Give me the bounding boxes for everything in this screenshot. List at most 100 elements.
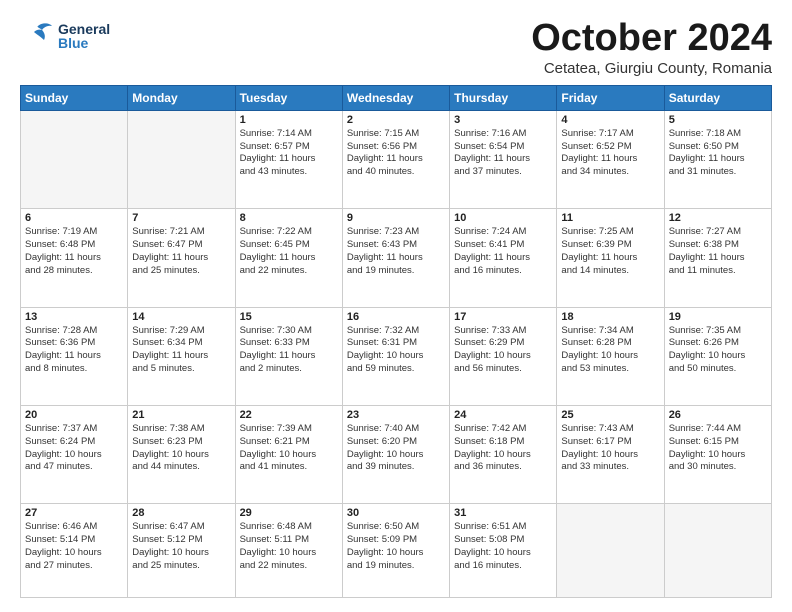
day-info: Sunrise: 7:28 AM Sunset: 6:36 PM Dayligh… <box>25 325 123 376</box>
day-info: Sunrise: 7:37 AM Sunset: 6:24 PM Dayligh… <box>25 423 123 474</box>
calendar-cell: 31 Sunrise: 6:51 AM Sunset: 5:08 PM Dayli… <box>450 504 557 598</box>
calendar-body: 1 Sunrise: 7:14 AM Sunset: 6:57 PM Daylig… <box>21 110 772 597</box>
day-info: Sunrise: 7:35 AM Sunset: 6:26 PM Dayligh… <box>669 325 767 376</box>
col-wednesday: Wednesday <box>342 85 449 110</box>
day-number: 3 <box>454 114 552 126</box>
calendar-cell: 3 Sunrise: 7:16 AM Sunset: 6:54 PM Daylig… <box>450 110 557 208</box>
day-info: Sunrise: 7:32 AM Sunset: 6:31 PM Dayligh… <box>347 325 445 376</box>
day-info: Sunrise: 7:22 AM Sunset: 6:45 PM Dayligh… <box>240 226 338 277</box>
day-number: 1 <box>240 114 338 126</box>
col-saturday: Saturday <box>664 85 771 110</box>
day-info: Sunrise: 7:29 AM Sunset: 6:34 PM Dayligh… <box>132 325 230 376</box>
calendar-week-4: 20 Sunrise: 7:37 AM Sunset: 6:24 PM Dayli… <box>21 405 772 503</box>
day-info: Sunrise: 6:47 AM Sunset: 5:12 PM Dayligh… <box>132 521 230 572</box>
day-info: Sunrise: 7:25 AM Sunset: 6:39 PM Dayligh… <box>561 226 659 277</box>
day-number: 27 <box>25 507 123 519</box>
calendar-cell: 28Sunrise: 6:47 AM Sunset: 5:12 PM Dayli… <box>128 504 235 598</box>
day-info: Sunrise: 7:17 AM Sunset: 6:52 PM Dayligh… <box>561 128 659 179</box>
day-number: 5 <box>669 114 767 126</box>
day-info: Sunrise: 6:48 AM Sunset: 5:11 PM Dayligh… <box>240 521 338 572</box>
day-info: Sunrise: 7:43 AM Sunset: 6:17 PM Dayligh… <box>561 423 659 474</box>
day-info: Sunrise: 7:30 AM Sunset: 6:33 PM Dayligh… <box>240 325 338 376</box>
logo-general-text: General <box>58 22 110 36</box>
calendar-cell: 13 Sunrise: 7:28 AM Sunset: 6:36 PM Dayli… <box>21 307 128 405</box>
day-number: 10 <box>454 212 552 224</box>
day-info: Sunrise: 7:44 AM Sunset: 6:15 PM Dayligh… <box>669 423 767 474</box>
day-info: Sunrise: 6:46 AM Sunset: 5:14 PM Dayligh… <box>25 521 123 572</box>
calendar-week-5: 27 Sunrise: 6:46 AM Sunset: 5:14 PM Dayli… <box>21 504 772 598</box>
day-number: 7 <box>132 212 230 224</box>
day-info: Sunrise: 7:14 AM Sunset: 6:57 PM Dayligh… <box>240 128 338 179</box>
day-number: 30 <box>347 507 445 519</box>
day-number: 11 <box>561 212 659 224</box>
logo-icon <box>20 18 56 54</box>
day-info: Sunrise: 7:19 AM Sunset: 6:48 PM Dayligh… <box>25 226 123 277</box>
day-number: 16 <box>347 311 445 323</box>
subtitle: Cetatea, Giurgiu County, Romania <box>531 60 772 77</box>
day-number: 24 <box>454 409 552 421</box>
col-sunday: Sunday <box>21 85 128 110</box>
calendar-cell: 26 Sunrise: 7:44 AM Sunset: 6:15 PM Dayli… <box>664 405 771 503</box>
day-number: 2 <box>347 114 445 126</box>
calendar-cell <box>664 504 771 598</box>
day-info: Sunrise: 7:27 AM Sunset: 6:38 PM Dayligh… <box>669 226 767 277</box>
calendar-cell: 6 Sunrise: 7:19 AM Sunset: 6:48 PM Daylig… <box>21 209 128 307</box>
day-info: Sunrise: 7:33 AM Sunset: 6:29 PM Dayligh… <box>454 325 552 376</box>
day-number: 15 <box>240 311 338 323</box>
col-friday: Friday <box>557 85 664 110</box>
day-info: Sunrise: 6:51 AM Sunset: 5:08 PM Dayligh… <box>454 521 552 572</box>
calendar-cell: 18Sunrise: 7:34 AM Sunset: 6:28 PM Dayli… <box>557 307 664 405</box>
day-number: 26 <box>669 409 767 421</box>
col-tuesday: Tuesday <box>235 85 342 110</box>
col-monday: Monday <box>128 85 235 110</box>
calendar-cell: 4Sunrise: 7:17 AM Sunset: 6:52 PM Daylig… <box>557 110 664 208</box>
logo-words: General Blue <box>58 22 110 50</box>
day-info: Sunrise: 7:16 AM Sunset: 6:54 PM Dayligh… <box>454 128 552 179</box>
calendar-cell: 10 Sunrise: 7:24 AM Sunset: 6:41 PM Dayli… <box>450 209 557 307</box>
day-header-row: Sunday Monday Tuesday Wednesday Thursday… <box>21 85 772 110</box>
calendar-cell: 23 Sunrise: 7:40 AM Sunset: 6:20 PM Dayli… <box>342 405 449 503</box>
logo-blue-text: Blue <box>58 36 110 50</box>
day-info: Sunrise: 7:39 AM Sunset: 6:21 PM Dayligh… <box>240 423 338 474</box>
day-number: 20 <box>25 409 123 421</box>
calendar-table: Sunday Monday Tuesday Wednesday Thursday… <box>20 85 772 598</box>
day-number: 18 <box>561 311 659 323</box>
calendar-cell <box>557 504 664 598</box>
day-number: 21 <box>132 409 230 421</box>
day-info: Sunrise: 6:50 AM Sunset: 5:09 PM Dayligh… <box>347 521 445 572</box>
day-info: Sunrise: 7:24 AM Sunset: 6:41 PM Dayligh… <box>454 226 552 277</box>
calendar-cell: 8Sunrise: 7:22 AM Sunset: 6:45 PM Daylig… <box>235 209 342 307</box>
month-title: October 2024 <box>531 18 772 60</box>
calendar-cell: 14 Sunrise: 7:29 AM Sunset: 6:34 PM Dayli… <box>128 307 235 405</box>
header: General Blue October 2024 Cetatea, Giurg… <box>20 18 772 77</box>
page: General Blue October 2024 Cetatea, Giurg… <box>0 0 792 612</box>
day-number: 19 <box>669 311 767 323</box>
day-number: 13 <box>25 311 123 323</box>
title-block: October 2024 Cetatea, Giurgiu County, Ro… <box>531 18 772 77</box>
day-number: 9 <box>347 212 445 224</box>
day-number: 25 <box>561 409 659 421</box>
calendar-cell: 29 Sunrise: 6:48 AM Sunset: 5:11 PM Dayli… <box>235 504 342 598</box>
day-number: 23 <box>347 409 445 421</box>
day-info: Sunrise: 7:15 AM Sunset: 6:56 PM Dayligh… <box>347 128 445 179</box>
calendar-cell: 7 Sunrise: 7:21 AM Sunset: 6:47 PM Daylig… <box>128 209 235 307</box>
calendar-cell: 15 Sunrise: 7:30 AM Sunset: 6:33 PM Dayli… <box>235 307 342 405</box>
day-number: 14 <box>132 311 230 323</box>
day-number: 6 <box>25 212 123 224</box>
calendar-cell <box>128 110 235 208</box>
day-info: Sunrise: 7:42 AM Sunset: 6:18 PM Dayligh… <box>454 423 552 474</box>
calendar-cell: 27 Sunrise: 6:46 AM Sunset: 5:14 PM Dayli… <box>21 504 128 598</box>
calendar-cell: 11 Sunrise: 7:25 AM Sunset: 6:39 PM Dayli… <box>557 209 664 307</box>
day-number: 29 <box>240 507 338 519</box>
calendar-cell: 2 Sunrise: 7:15 AM Sunset: 6:56 PM Daylig… <box>342 110 449 208</box>
calendar-week-3: 13 Sunrise: 7:28 AM Sunset: 6:36 PM Dayli… <box>21 307 772 405</box>
day-number: 12 <box>669 212 767 224</box>
day-info: Sunrise: 7:40 AM Sunset: 6:20 PM Dayligh… <box>347 423 445 474</box>
calendar-cell: 25 Sunrise: 7:43 AM Sunset: 6:17 PM Dayli… <box>557 405 664 503</box>
calendar-cell: 1 Sunrise: 7:14 AM Sunset: 6:57 PM Daylig… <box>235 110 342 208</box>
calendar-cell: 17Sunrise: 7:33 AM Sunset: 6:29 PM Dayli… <box>450 307 557 405</box>
calendar-cell: 9Sunrise: 7:23 AM Sunset: 6:43 PM Daylig… <box>342 209 449 307</box>
day-info: Sunrise: 7:21 AM Sunset: 6:47 PM Dayligh… <box>132 226 230 277</box>
calendar-cell: 21Sunrise: 7:38 AM Sunset: 6:23 PM Dayli… <box>128 405 235 503</box>
day-number: 31 <box>454 507 552 519</box>
